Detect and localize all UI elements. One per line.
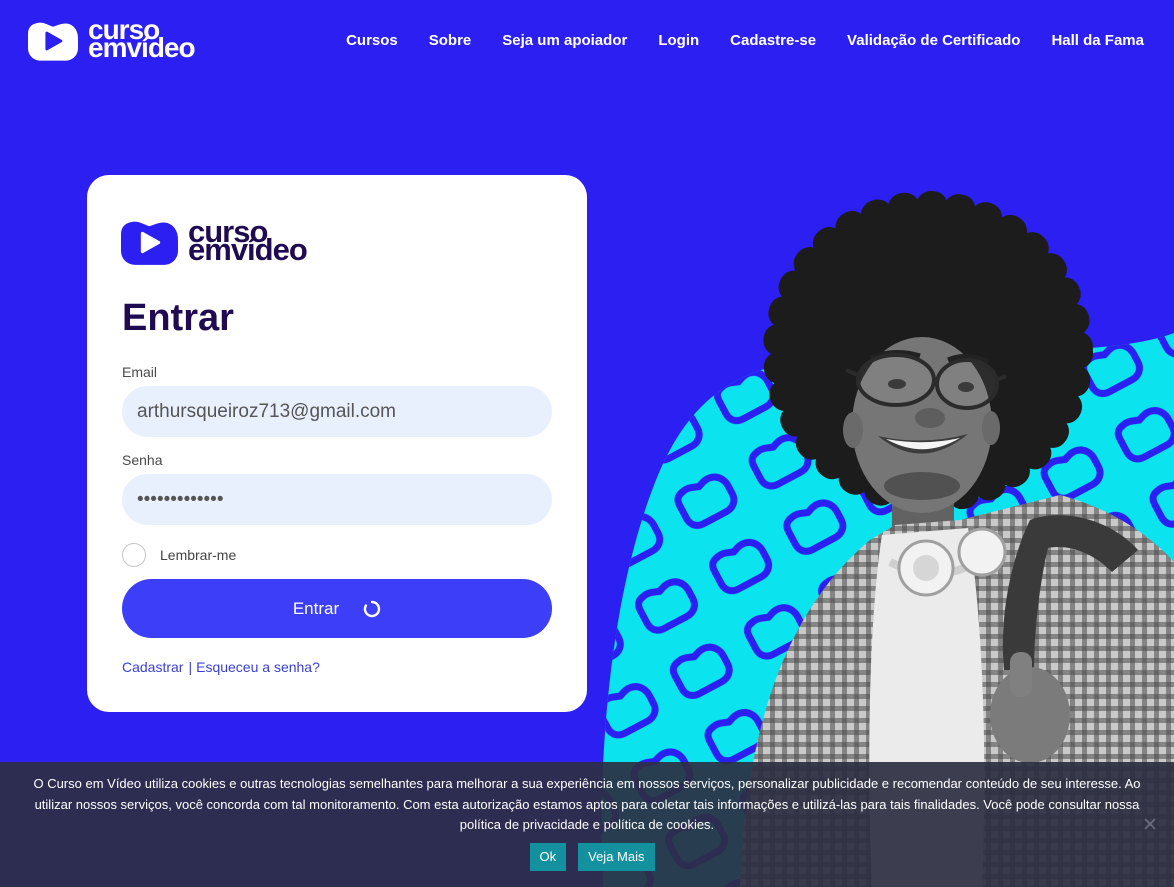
- logo-line-em-video: emvídeo: [88, 34, 196, 62]
- remember-me-checkbox[interactable]: [122, 543, 146, 567]
- logo-wordmark: curso emvídeo: [88, 16, 196, 62]
- nav-item-cadastre-se[interactable]: Cadastre-se: [730, 32, 816, 50]
- nav-item-hall-da-fama[interactable]: Hall da Fama: [1051, 32, 1144, 50]
- remember-me-label[interactable]: Lembrar-me: [160, 546, 236, 564]
- headphone-right-cup: [957, 527, 1007, 577]
- close-icon[interactable]: [1144, 818, 1156, 830]
- password-field[interactable]: [122, 474, 552, 525]
- auth-links: Cadastrar | Esqueceu a senha?: [122, 658, 320, 676]
- email-field[interactable]: [122, 386, 552, 437]
- forgot-password-link[interactable]: Esqueceu a senha?: [196, 659, 320, 675]
- card-logo-line-em-video: emvídeo: [188, 234, 308, 265]
- card-logo-word-em: em: [188, 232, 232, 267]
- nose: [915, 408, 945, 428]
- headphone-left-cushion: [913, 555, 939, 581]
- link-separator: |: [188, 659, 193, 675]
- play-logo-icon: [121, 221, 178, 265]
- logo-word-em: em: [88, 32, 127, 63]
- nav-item-validacao-certificado[interactable]: Validação de Certificado: [847, 32, 1020, 50]
- nav-item-login[interactable]: Login: [658, 32, 699, 50]
- card-logo-word-video: vídeo: [230, 232, 308, 267]
- logo-word-video: vídeo: [126, 32, 195, 63]
- cookie-notice-text: O Curso em Vídeo utiliza cookies e outra…: [33, 776, 1141, 832]
- nav-item-cursos[interactable]: Cursos: [346, 32, 398, 50]
- login-title: Entrar: [122, 297, 234, 339]
- glasses-left-lens: [856, 353, 936, 407]
- cookie-more-button[interactable]: Veja Mais: [578, 843, 655, 871]
- glasses-right-lens: [935, 358, 999, 410]
- nav-item-sobre[interactable]: Sobre: [429, 32, 472, 50]
- login-card: curso emvídeo Entrar Email Senha Lembrar…: [87, 175, 587, 712]
- login-submit-button[interactable]: Entrar: [122, 579, 552, 638]
- cookie-banner: O Curso em Vídeo utiliza cookies e outra…: [0, 762, 1174, 887]
- site-header: curso emvídeo Cursos Sobre Seja um apoia…: [0, 0, 1174, 82]
- play-logo-icon: [28, 22, 78, 61]
- register-link[interactable]: Cadastrar: [122, 659, 183, 675]
- main-nav: Cursos Sobre Seja um apoiador Login Cada…: [346, 32, 1144, 50]
- nav-item-seja-um-apoiador[interactable]: Seja um apoiador: [502, 32, 627, 50]
- spinner-icon: [363, 600, 381, 617]
- site-logo[interactable]: curso emvídeo: [28, 16, 198, 63]
- email-label: Email: [122, 364, 158, 380]
- password-label: Senha: [122, 452, 163, 468]
- cookie-ok-button[interactable]: Ok: [529, 843, 567, 871]
- card-logo[interactable]: curso emvídeo: [121, 216, 321, 266]
- right-ear: [982, 411, 1000, 445]
- login-submit-label: Entrar: [292, 598, 340, 618]
- cookie-actions: Ok Veja Mais: [0, 843, 1174, 871]
- left-ear: [843, 412, 863, 448]
- thumb: [1010, 652, 1032, 697]
- beard: [884, 472, 960, 500]
- card-logo-wordmark: curso emvídeo: [188, 216, 308, 265]
